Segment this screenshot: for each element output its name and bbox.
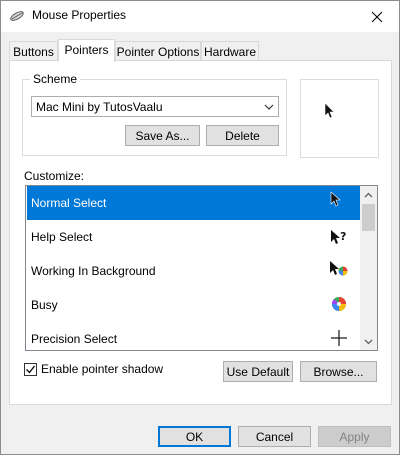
list-item-label: Busy — [31, 298, 58, 312]
use-default-button[interactable]: Use Default — [223, 361, 293, 382]
pointer-shadow-checkbox[interactable] — [24, 363, 37, 376]
chevron-up-icon — [364, 192, 373, 197]
working-cursor-icon — [330, 261, 348, 276]
tab-hardware[interactable]: Hardware — [201, 41, 259, 61]
scroll-down-button[interactable] — [360, 333, 377, 350]
crosshair-cursor-icon — [331, 330, 347, 346]
list-item[interactable]: Normal Select — [27, 186, 361, 220]
pointers-panel: Mac Mini by TutosVaalu Save As... Delete… — [9, 60, 392, 405]
svg-text:?: ? — [340, 230, 346, 243]
list-scrollbar[interactable] — [360, 186, 377, 350]
tab-buttons[interactable]: Buttons — [9, 41, 58, 61]
pointer-shadow-label[interactable]: Enable pointer shadow — [41, 362, 163, 376]
scheme-group: Mac Mini by TutosVaalu Save As... Delete — [22, 79, 287, 156]
delete-button[interactable]: Delete — [206, 125, 279, 146]
chevron-down-icon — [264, 104, 274, 110]
list-item-label: Help Select — [31, 230, 93, 244]
customize-label: Customize: — [24, 169, 85, 183]
browse-button[interactable]: Browse... — [300, 361, 377, 382]
scheme-selected-value: Mac Mini by TutosVaalu — [36, 100, 163, 114]
tab-pointer-options[interactable]: Pointer Options — [115, 41, 201, 61]
list-item[interactable]: Working In Background — [27, 254, 361, 288]
arrow-cursor-icon — [324, 102, 335, 119]
save-as-button[interactable]: Save As... — [125, 125, 200, 146]
cursor-list: Normal Select Help Select ? Working In B… — [25, 185, 378, 351]
checkmark-icon — [26, 365, 36, 374]
close-button[interactable] — [354, 1, 399, 32]
apply-button[interactable]: Apply — [318, 426, 391, 447]
busy-cursor-icon — [331, 297, 346, 311]
cancel-button[interactable]: Cancel — [238, 426, 311, 447]
chevron-down-icon — [364, 339, 373, 344]
ok-button[interactable]: OK — [158, 426, 231, 447]
mouse-icon — [10, 11, 24, 21]
list-item[interactable]: Precision Select — [27, 322, 361, 350]
window-title: Mouse Properties — [32, 8, 127, 22]
scheme-dropdown[interactable]: Mac Mini by TutosVaalu — [31, 96, 279, 117]
close-icon — [371, 11, 382, 22]
help-cursor-icon: ? — [331, 230, 346, 244]
arrow-cursor-icon — [330, 191, 341, 207]
mouse-properties-window: Mouse Properties Buttons Pointers Pointe… — [0, 0, 400, 455]
tab-pointers[interactable]: Pointers — [58, 39, 115, 62]
list-item[interactable]: Help Select ? — [27, 220, 361, 254]
cursor-preview — [300, 79, 379, 158]
title-bar: Mouse Properties — [1, 1, 399, 32]
scroll-thumb[interactable] — [362, 204, 375, 231]
list-item-label: Precision Select — [31, 332, 118, 346]
list-item-label: Working In Background — [31, 264, 156, 278]
scheme-legend: Scheme — [30, 72, 81, 86]
list-item-label: Normal Select — [31, 196, 107, 210]
list-item[interactable]: Busy — [27, 288, 361, 322]
scroll-up-button[interactable] — [360, 186, 377, 203]
